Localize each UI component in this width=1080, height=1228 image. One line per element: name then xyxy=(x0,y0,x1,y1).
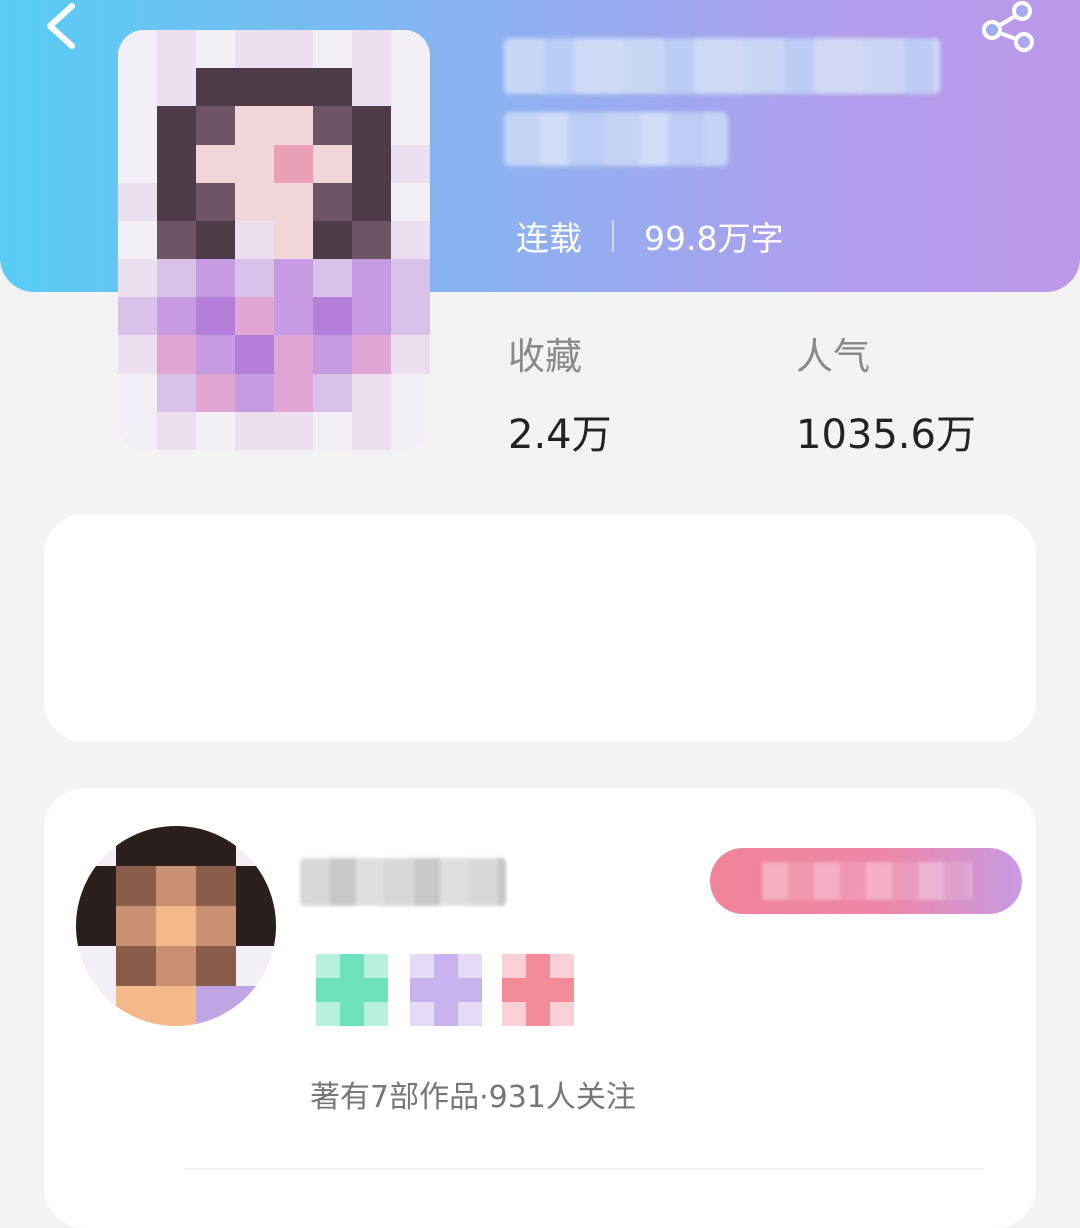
stat-popularity-label: 人气 xyxy=(796,335,870,378)
author-name-blurred xyxy=(300,858,506,906)
author-card: 著有7部作品·931人关注 xyxy=(44,788,1036,1228)
meta-divider xyxy=(612,220,614,252)
book-title-blurred-line2 xyxy=(504,112,728,166)
book-word-count: 99.8万字 xyxy=(644,219,784,258)
stat-collect-label: 收藏 xyxy=(508,335,582,378)
book-title-blurred xyxy=(504,38,940,94)
chevron-left-icon xyxy=(47,3,75,49)
stat-collect-value: 2.4万 xyxy=(508,412,612,458)
stat-collect: 收藏 2.4万 xyxy=(508,326,612,460)
stat-popularity-value: 1035.6万 xyxy=(796,412,976,458)
intro-card xyxy=(44,514,1036,742)
book-status: 连载 xyxy=(516,219,582,258)
author-badge-red xyxy=(502,954,574,1026)
author-badge-purple xyxy=(410,954,482,1026)
book-meta: 连载 99.8万字 xyxy=(516,214,783,258)
follow-button-label-blurred xyxy=(762,862,972,900)
author-works-followers: 著有7部作品·931人关注 xyxy=(310,1080,636,1115)
share-icon xyxy=(982,1,1034,52)
book-cover[interactable] xyxy=(118,30,430,450)
author-badge-green xyxy=(316,954,388,1026)
stat-popularity: 人气 1035.6万 xyxy=(796,326,976,460)
author-avatar[interactable] xyxy=(76,826,276,1026)
section-divider xyxy=(184,1168,984,1170)
back-button[interactable] xyxy=(36,0,96,52)
follow-button[interactable] xyxy=(710,848,1022,914)
share-button[interactable] xyxy=(978,0,1042,56)
